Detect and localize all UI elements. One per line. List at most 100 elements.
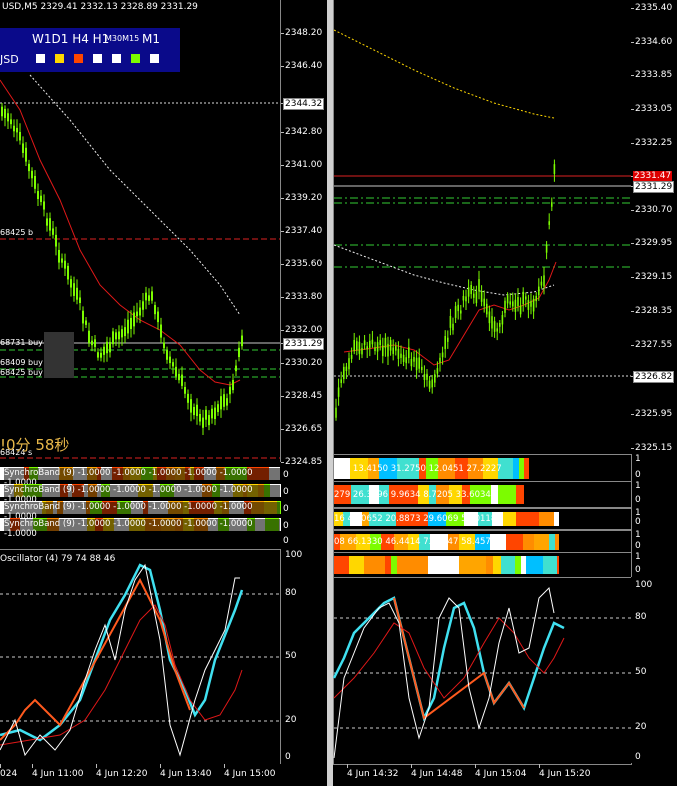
time-tick [0, 764, 1, 768]
axis-label: 2330.20 [285, 358, 323, 368]
axis-tick [631, 210, 634, 211]
right-oscillator[interactable] [332, 577, 632, 765]
candle-body [452, 323, 454, 331]
right-price-axis: 2335.40 2334.60 2333.85 2333.05 2332.25 2331.… [631, 0, 677, 454]
indicator-cell [334, 556, 349, 574]
axis-label: 0 [635, 470, 641, 480]
candle-body [434, 374, 436, 383]
candle-body [488, 311, 491, 324]
candle-body [517, 297, 519, 306]
axis-label: 0 [635, 565, 641, 575]
axis-label: 2344.32 [283, 98, 325, 110]
axis-label: 2325.95 [635, 409, 673, 419]
axis-label: 2332.00 [285, 325, 323, 335]
candle-body [379, 340, 381, 345]
axis-tick [281, 297, 284, 298]
candle-body [136, 311, 138, 317]
indicator-cell [554, 512, 559, 526]
candle-body [235, 365, 237, 372]
countdown-timer: !0分 58秒 [0, 436, 70, 454]
candle-body [157, 311, 159, 323]
candle-body [449, 315, 452, 328]
slow-ma-line [29, 74, 241, 316]
candle-body [356, 341, 358, 351]
indicator-cell [555, 534, 559, 550]
time-tick [160, 764, 161, 768]
time-label: 4 Jun 14:32 [347, 769, 399, 779]
axis-tick [281, 363, 284, 364]
candle-body [190, 399, 192, 413]
candle-body [382, 345, 384, 357]
left-oscillator[interactable]: Oscillator (4) 79 74 88 46 [0, 549, 281, 764]
candle-body [514, 299, 517, 312]
indicator-axis: 10 [633, 508, 673, 528]
left-price-axis: 2348.20 2346.40 2344.32 2342.80 2341.00 2339.… [281, 0, 327, 467]
candle-body [460, 310, 462, 314]
candle-body [139, 307, 141, 316]
left-candles [0, 74, 280, 459]
candle-body [418, 357, 420, 369]
indicator-panel: 279 26.3296 9.9634 8.7205 33.6034 [333, 481, 632, 508]
candle-body [205, 409, 207, 420]
candle-body [160, 324, 162, 338]
indicator-panel: 16 40.0652 20.8873 29.6069 51.0118 [333, 508, 632, 530]
candle-body [358, 341, 361, 354]
candle-body [462, 295, 465, 301]
candle-body [413, 356, 415, 362]
mid-ma-line [333, 244, 555, 296]
time-label: 4 Jun 13:40 [160, 769, 212, 779]
candle-body [428, 380, 431, 389]
axis-label: 2331.29 [633, 181, 675, 193]
candle-body [545, 244, 548, 253]
candle-body [522, 291, 524, 305]
candle-body [337, 387, 340, 397]
left-price-chart[interactable]: USD,M5 2329.41 2332.13 2328.89 2331.29 W… [0, 0, 281, 462]
indicator-cell [471, 556, 486, 574]
candle-body [530, 301, 532, 307]
indicator-cell [397, 556, 415, 574]
axis-label: 2331.47 [633, 171, 673, 181]
candle-body [340, 379, 342, 383]
axis-zero: 0 [283, 470, 289, 480]
candle-body [25, 147, 27, 162]
candle-body [465, 296, 467, 302]
candle-body [496, 328, 498, 332]
candle-body [76, 287, 78, 300]
candle-body [543, 275, 545, 287]
candle-body [525, 296, 527, 300]
candle-body [345, 366, 348, 371]
candle-body [163, 342, 165, 349]
axis-label: 2333.80 [285, 292, 323, 302]
indicator-cell [349, 556, 364, 574]
candle-body [486, 303, 488, 315]
slow-ma-line [333, 29, 555, 119]
indicator-panel: 08 66.1330 46.4414 73.9847 58.4571 [333, 530, 632, 554]
axis-label: 100 [635, 580, 653, 590]
candle-body [106, 341, 108, 354]
candle-body [64, 260, 66, 269]
candle-body [169, 356, 171, 364]
candle-body [343, 366, 345, 380]
axis-zero: 0 [283, 536, 289, 546]
candle-body [100, 352, 102, 358]
time-tick [32, 764, 33, 768]
axis-label: 2331.29 [283, 338, 325, 350]
time-label: 4 Jun 14:48 [411, 769, 463, 779]
time-tick [475, 764, 476, 768]
candle-body [402, 354, 405, 362]
axis-zero: 0 [283, 521, 289, 531]
axis-tick [281, 231, 284, 232]
right-price-chart[interactable] [333, 0, 632, 455]
axis-label: 2342.80 [285, 127, 323, 137]
candle-body [217, 404, 219, 413]
candle-body [551, 202, 553, 207]
candle-body [478, 279, 480, 292]
axis-tick [281, 462, 284, 463]
candle-body [61, 258, 63, 263]
candle-body [439, 357, 441, 363]
candle-body [400, 353, 402, 358]
candle-body [226, 398, 228, 406]
indicator-panel [333, 552, 632, 578]
candle-body [46, 218, 48, 226]
candle-body [369, 340, 371, 348]
